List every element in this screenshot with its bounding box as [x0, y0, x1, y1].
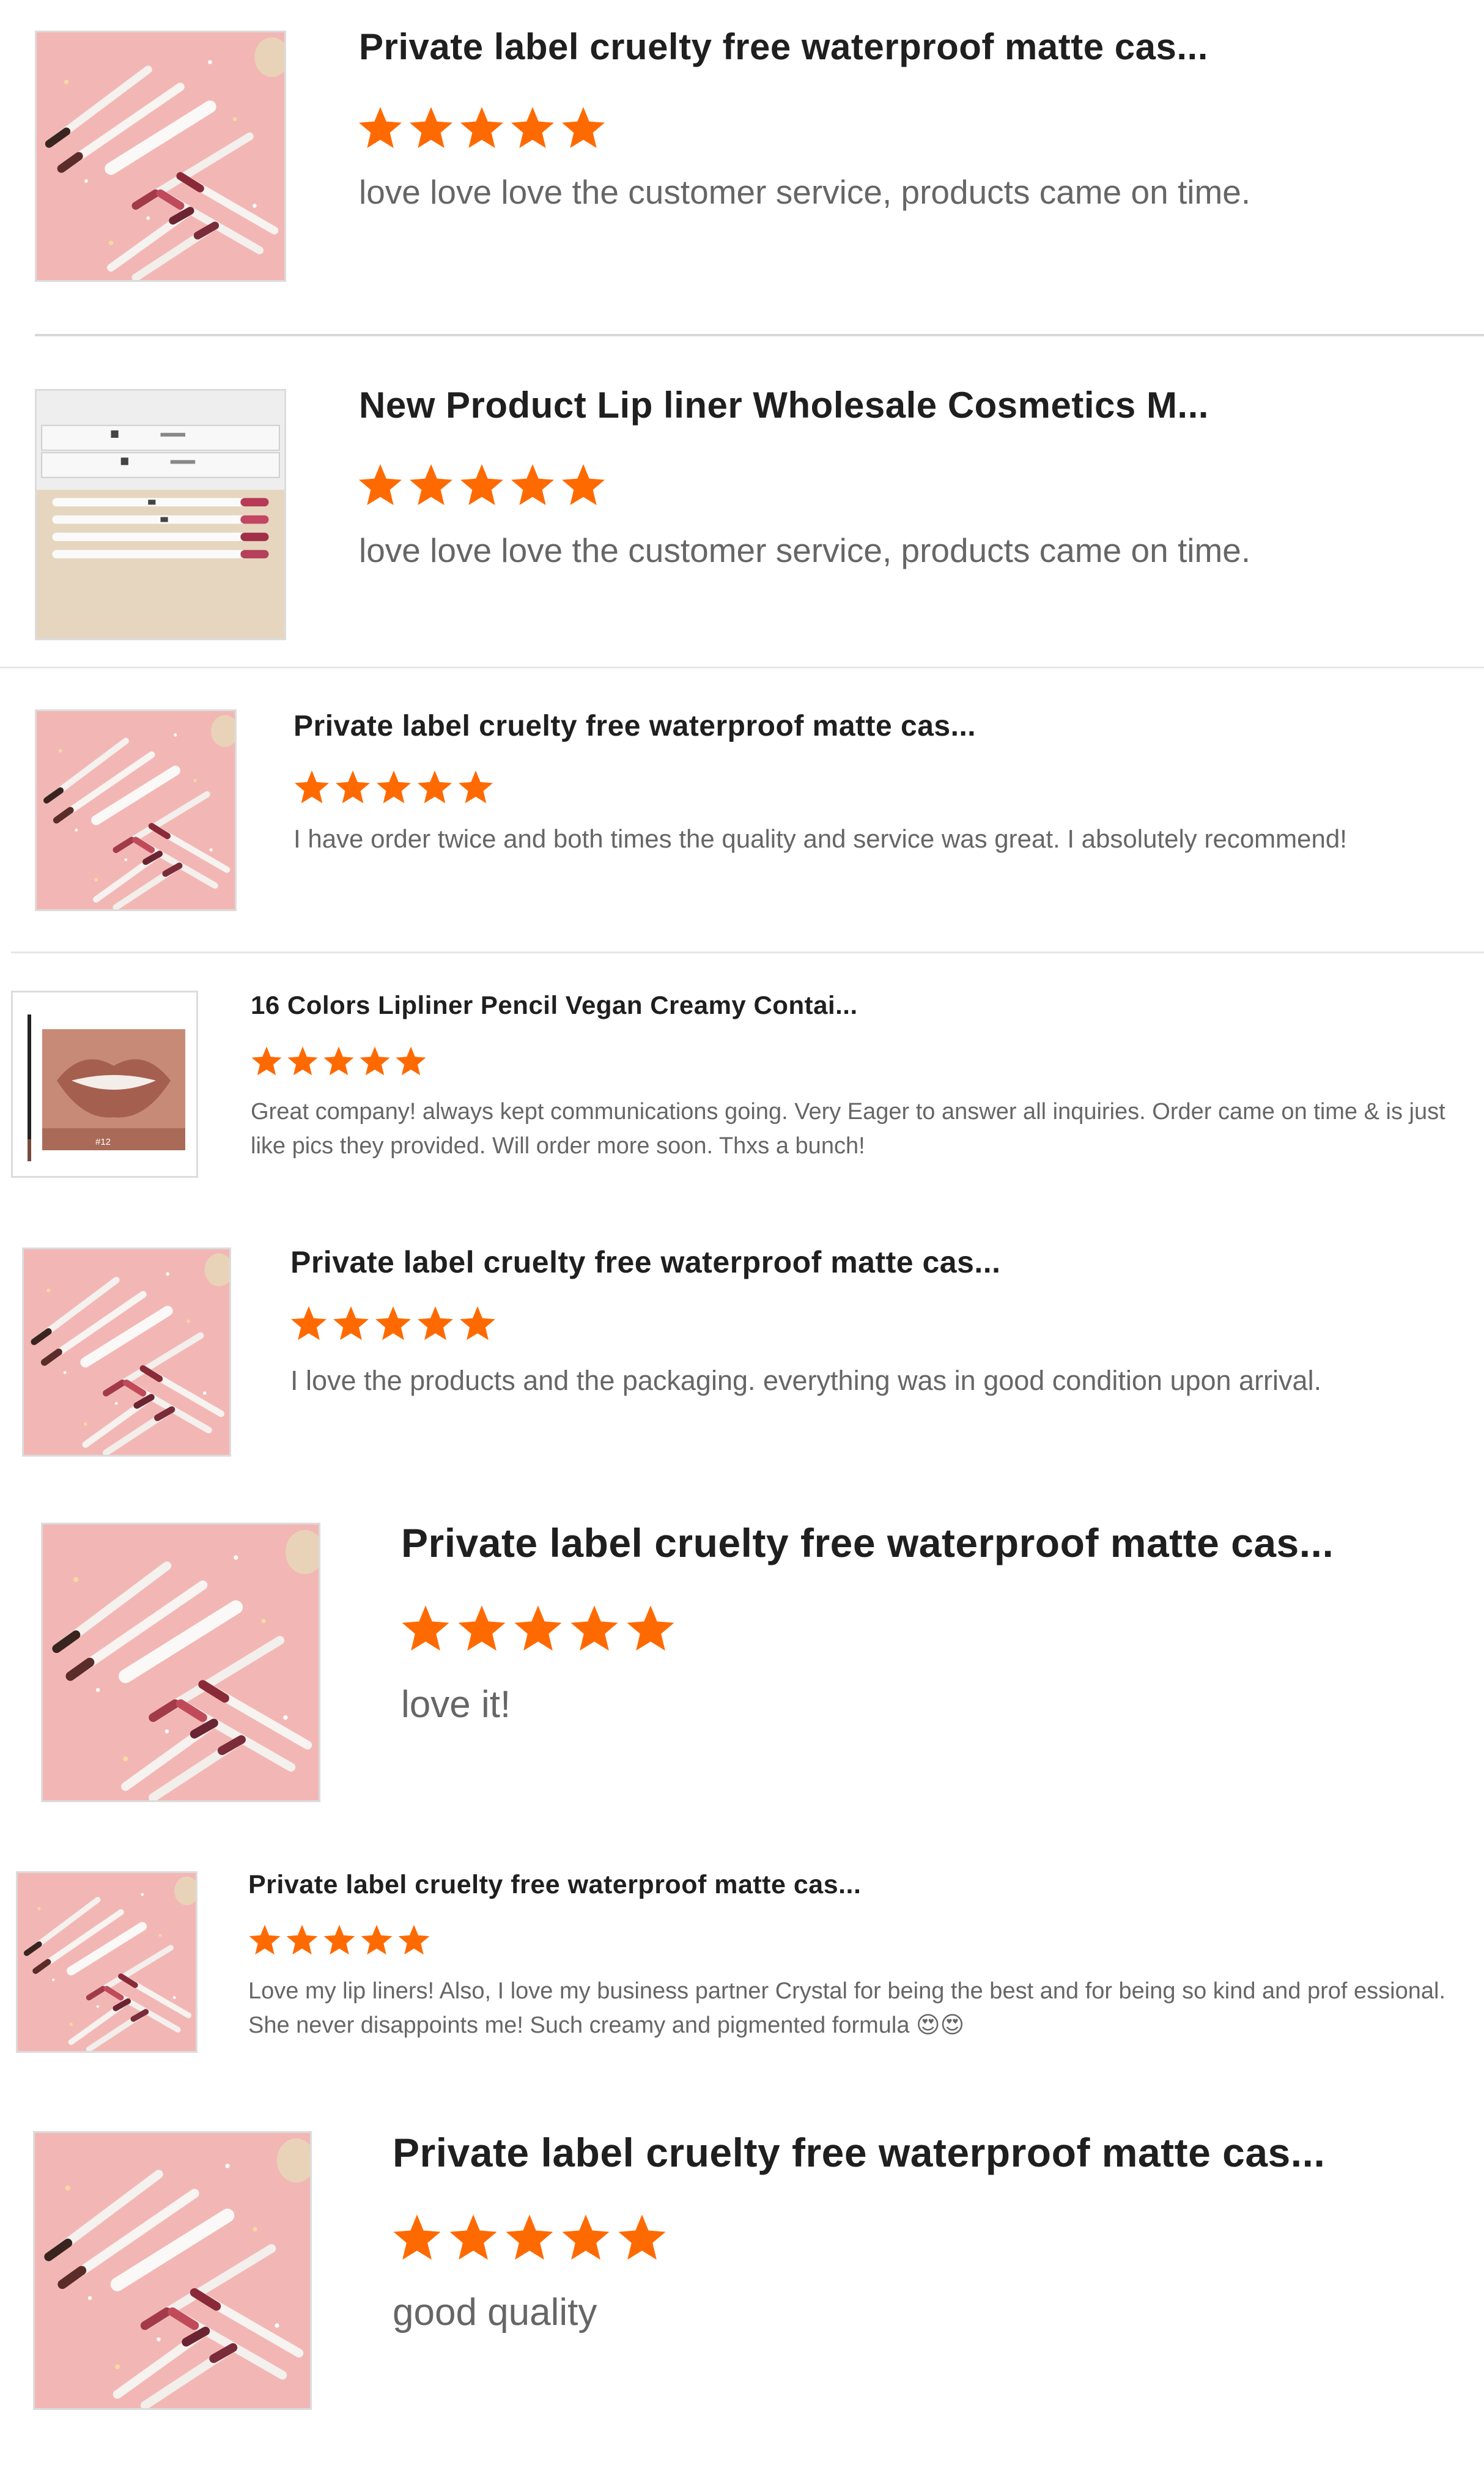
lip-liner-pencils-image — [18, 1873, 196, 2051]
star-rating — [390, 2211, 669, 2265]
review-text: love love love the customer service, pro… — [359, 531, 1251, 569]
star-icon — [286, 1044, 320, 1079]
star-icon — [559, 461, 608, 510]
divider — [35, 334, 1484, 336]
product-title[interactable]: Private label cruelty free waterproof ma… — [293, 709, 976, 743]
product-title[interactable]: New Product Lip liner Wholesale Cosmetic… — [359, 384, 1209, 426]
star-icon — [292, 768, 331, 807]
star-icon — [394, 1044, 428, 1079]
star-rating — [247, 1923, 432, 1958]
lip-liner-pencils-image — [43, 1524, 319, 1800]
star-icon — [247, 1923, 282, 1958]
lip-liner-pencils-image — [37, 711, 235, 909]
product-thumbnail[interactable] — [22, 1247, 231, 1457]
divider — [0, 667, 1484, 668]
star-icon — [615, 2211, 669, 2265]
product-thumbnail[interactable] — [41, 1523, 320, 1802]
star-rating — [356, 104, 608, 153]
star-icon — [457, 104, 506, 153]
star-icon — [373, 1304, 413, 1344]
product-title[interactable]: 16 Colors Lipliner Pencil Vegan Creamy C… — [251, 991, 858, 1020]
star-icon — [390, 2211, 444, 2265]
product-thumbnail[interactable] — [35, 709, 237, 911]
product-title[interactable]: Private label cruelty free waterproof ma… — [290, 1244, 1001, 1280]
star-rating — [289, 1304, 498, 1344]
review-text: Love my lip liners! Also, I love my busi… — [248, 1978, 1446, 2038]
product-title[interactable]: Private label cruelty free waterproof ma… — [248, 1870, 861, 1900]
star-icon — [457, 461, 506, 510]
star-icon — [407, 461, 456, 510]
product-title[interactable]: Private label cruelty free waterproof ma… — [359, 26, 1208, 68]
star-icon — [331, 1304, 371, 1344]
star-icon — [455, 1602, 509, 1656]
star-icon — [322, 1923, 357, 1958]
product-thumbnail[interactable] — [33, 2131, 312, 2410]
star-icon — [356, 104, 405, 153]
star-icon — [456, 768, 495, 807]
star-icon — [407, 104, 456, 153]
divider — [11, 952, 1484, 953]
review-text: I have order twice and both times the qu… — [293, 824, 1347, 853]
star-rating — [249, 1044, 428, 1079]
star-icon — [457, 1304, 498, 1344]
star-icon — [358, 1044, 392, 1079]
star-icon — [503, 2211, 556, 2265]
star-icon — [356, 461, 405, 510]
star-icon — [511, 1602, 565, 1656]
star-icon — [333, 768, 372, 807]
star-rating — [399, 1602, 677, 1656]
star-icon — [399, 1602, 452, 1656]
star-icon — [415, 768, 454, 807]
review-text: Great company! always kept communication… — [251, 1099, 1445, 1159]
review-text: good quality — [393, 2291, 597, 2334]
product-thumbnail[interactable] — [16, 1871, 197, 2053]
review-text: love it! — [401, 1683, 511, 1726]
star-rating — [356, 461, 608, 510]
lip-liner-boxes-image — [37, 391, 284, 638]
product-title[interactable]: Private label cruelty free waterproof ma… — [393, 2129, 1325, 2176]
star-icon — [559, 2211, 613, 2265]
star-icon — [374, 768, 413, 807]
review-text: I love the products and the packaging. e… — [290, 1365, 1322, 1396]
star-icon — [508, 104, 557, 153]
review-text: love love love the customer service, pro… — [359, 173, 1251, 211]
star-icon — [567, 1602, 621, 1656]
star-icon — [359, 1923, 394, 1958]
star-rating — [292, 768, 495, 807]
product-title[interactable]: Private label cruelty free waterproof ma… — [401, 1520, 1334, 1566]
star-icon — [508, 461, 557, 510]
product-thumbnail[interactable] — [35, 389, 286, 640]
star-icon — [289, 1304, 329, 1344]
star-icon — [624, 1602, 677, 1656]
star-icon — [415, 1304, 456, 1344]
lip-liner-pencils-image — [37, 32, 284, 280]
star-icon — [249, 1044, 284, 1079]
star-icon — [284, 1923, 320, 1958]
star-icon — [446, 2211, 500, 2265]
product-thumbnail[interactable] — [11, 991, 198, 1178]
star-icon — [559, 104, 608, 153]
lips-swatch-image — [13, 992, 196, 1176]
star-icon — [396, 1923, 432, 1958]
product-thumbnail[interactable] — [35, 31, 286, 282]
lip-liner-pencils-image — [35, 2133, 310, 2408]
star-icon — [322, 1044, 356, 1079]
lip-liner-pencils-image — [24, 1249, 229, 1455]
